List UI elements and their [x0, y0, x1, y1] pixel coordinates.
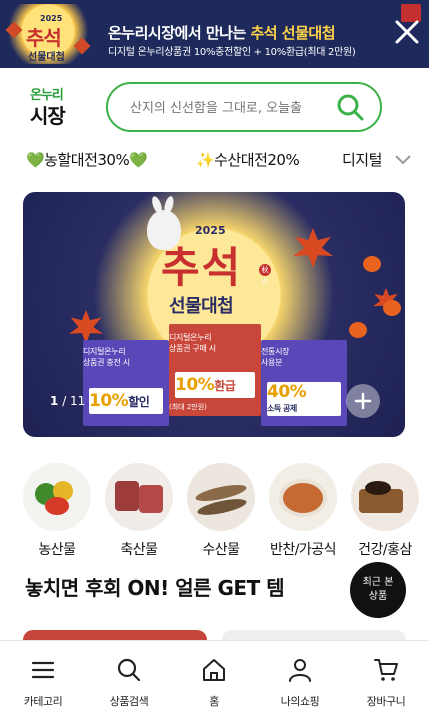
side-dish-image — [269, 463, 337, 531]
section-title: 놓치면 후회 ON! 얼른 GET 템 — [25, 576, 285, 600]
nav-label: 장바구니 — [366, 695, 406, 708]
carousel-counter: 1 / 11 — [50, 394, 86, 408]
recent-line1: 최근 본 — [362, 577, 394, 588]
recent-line2: 상품 — [368, 591, 388, 602]
banner-subtext: 디지털 온누리상품권 10%충전할인 + 10%환급(최대 2만원) — [108, 47, 356, 58]
recent-viewed-button[interactable]: 최근 본 상품 — [350, 562, 406, 618]
promo-card-charge: 디지털온누리 상품권 충전 시 10%할인 — [83, 340, 169, 426]
headline-prefix: 온누리시장 — [108, 24, 175, 42]
card-line2: 상품권 충전 시 — [83, 358, 130, 367]
persimmon-icon — [349, 322, 367, 338]
bottom-navigation: 카테고리 상품검색 홈 나의쇼핑 장바구니 — [0, 640, 429, 715]
promo-card-refund: 디지털온누리 상품권 구매 시 10%환급 (최대 2만원) — [169, 324, 261, 416]
plus-icon[interactable] — [346, 384, 380, 418]
search-input[interactable] — [130, 97, 326, 119]
maple-leaf-icon — [293, 228, 333, 268]
nav-home[interactable]: 홈 — [171, 657, 257, 709]
card-value: 10%할인 — [89, 388, 163, 414]
category-label: 건강/홍삼 — [358, 542, 412, 558]
persimmon-icon — [363, 256, 381, 272]
logo-line2: 시장 — [30, 104, 66, 128]
card-value: 10%환급 — [175, 372, 255, 398]
card-line1: 디지털온누리 — [83, 347, 126, 356]
headline-mid: 에서 만나는 — [174, 24, 251, 42]
chip-digital[interactable]: 디지털 — [342, 148, 382, 172]
headline-highlight: 추석 선물대첩 — [250, 24, 335, 42]
category-health[interactable]: 건강/홍삼 — [350, 463, 420, 559]
meat-image — [105, 463, 173, 531]
category-label: 농산물 — [38, 542, 76, 558]
ginseng-image — [351, 463, 419, 531]
chip-seafood-sale[interactable]: ✨수산대전20% — [196, 148, 300, 172]
nav-label: 나의쇼핑 — [280, 695, 320, 708]
category-label: 반찬/가공식 — [269, 542, 337, 558]
user-icon — [289, 659, 311, 682]
category-seafood[interactable]: 수산물 — [186, 463, 256, 559]
search-icon — [117, 658, 141, 682]
card-line1: 전통시장 — [261, 347, 290, 356]
nav-label: 홈 — [209, 695, 219, 708]
category-side-dish[interactable]: 반찬/가공식 — [268, 463, 338, 559]
top-promo-banner[interactable]: 2025 추석 선물대첩 온누리시장에서 만나는 추석 선물대첩 디지털 온누리… — [0, 0, 429, 68]
category-meat[interactable]: 축산물 — [104, 463, 174, 559]
persimmon-icon — [383, 300, 401, 316]
fish-image — [187, 463, 255, 531]
close-icon[interactable] — [393, 18, 421, 46]
card-value: 40% 소득 공제 — [267, 382, 341, 416]
banner-headline: 온누리시장에서 만나는 추석 선물대첩 — [108, 22, 335, 43]
nav-label: 상품검색 — [109, 695, 149, 708]
menu-icon — [31, 661, 55, 679]
nav-label: 카테고리 — [23, 695, 63, 708]
hero-title: 추석 — [161, 243, 243, 292]
chevron-down-icon[interactable] — [394, 152, 412, 168]
onnuri-market-logo[interactable]: 온누리 시장 — [30, 84, 78, 128]
promo-thumbnail: 2025 추석 선물대첩 — [5, 4, 91, 64]
category-label: 수산물 — [202, 542, 240, 558]
card-line2: 상품권 구매 시 — [169, 344, 216, 353]
maple-leaf-icon — [5, 21, 23, 39]
nav-search[interactable]: 상품검색 — [86, 657, 172, 709]
nav-cart[interactable]: 장바구니 — [343, 657, 429, 709]
nav-category[interactable]: 카테고리 — [0, 657, 86, 709]
card-note: (최대 2만원) — [169, 403, 207, 411]
search-icon[interactable] — [336, 93, 364, 121]
cart-icon — [374, 659, 398, 681]
category-chips: 💚농할대전30%💚 ✨수산대전20% 디지털 — [26, 148, 386, 174]
search-bar[interactable] — [106, 82, 382, 132]
thumb-title: 추석 — [26, 26, 62, 50]
nav-my-shopping[interactable]: 나의쇼핑 — [257, 657, 343, 709]
chip-agri-sale[interactable]: 💚농할대전30%💚 — [26, 148, 148, 172]
hero-tag: 秋夕 — [259, 264, 271, 286]
card-line1: 디지털온누리 — [169, 333, 212, 342]
home-icon — [203, 659, 225, 681]
hero-subtitle: 선물대첩 — [169, 296, 234, 317]
category-agri[interactable]: 농산물 — [22, 463, 92, 559]
category-label: 축산물 — [120, 542, 158, 558]
card-line2: 사용분 — [261, 358, 283, 367]
promo-card-deduction: 전통시장 사용분 40% 소득 공제 — [261, 340, 347, 426]
maple-leaf-icon — [69, 310, 103, 344]
vegetables-image — [23, 463, 91, 531]
thumb-subtitle: 선물대첩 — [28, 52, 65, 63]
maple-leaf-icon — [73, 37, 91, 55]
